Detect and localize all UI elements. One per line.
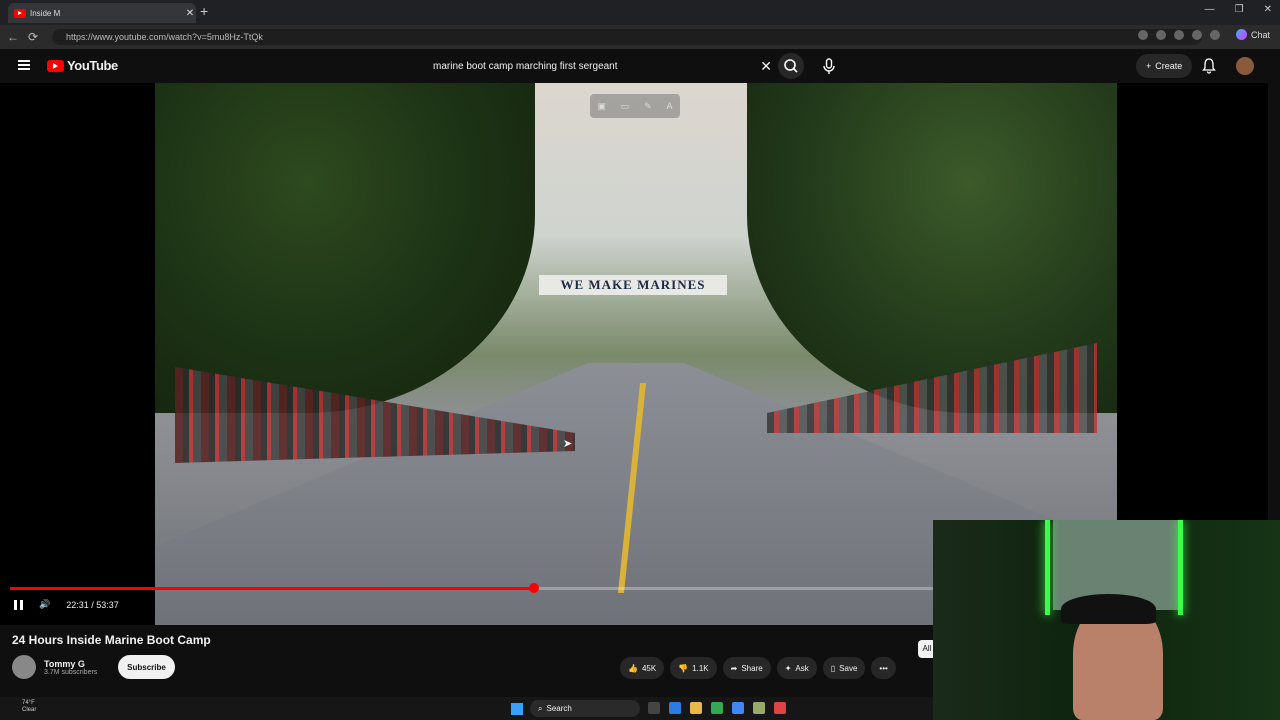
browser-tab-active[interactable]: Inside M ✕ bbox=[8, 3, 196, 23]
app-icon[interactable] bbox=[753, 702, 765, 714]
plus-icon: + bbox=[1146, 61, 1152, 71]
like-count: 45K bbox=[641, 663, 657, 673]
more-icon: ••• bbox=[879, 663, 888, 673]
save-button[interactable]: ▯ Save bbox=[822, 657, 866, 679]
back-icon[interactable]: ← bbox=[6, 30, 20, 44]
maximize-icon[interactable]: ❐ bbox=[1235, 4, 1244, 15]
subscriber-count: 3.7M subscribers bbox=[44, 668, 98, 676]
microphone-icon bbox=[823, 58, 835, 74]
create-label: Create bbox=[1155, 61, 1183, 71]
task-view-icon[interactable] bbox=[648, 702, 660, 714]
we-make-marines-banner: WE MAKE MARINES bbox=[539, 275, 727, 295]
sparkle-icon: ✦ bbox=[784, 663, 792, 673]
address-bar-row: ← ⟳ https://www.youtube.com/watch?v=5mu8… bbox=[0, 25, 1280, 49]
taskbar-search-label: Search bbox=[546, 704, 572, 713]
pause-icon[interactable] bbox=[14, 599, 23, 610]
search-query: marine boot camp marching first sergeant bbox=[433, 60, 618, 72]
channel-name[interactable]: Tommy G bbox=[44, 659, 97, 669]
youtube-logo-icon bbox=[47, 59, 64, 72]
edge-icon[interactable] bbox=[669, 702, 681, 714]
youtube-favicon-icon bbox=[14, 8, 26, 18]
translate-icon[interactable]: A bbox=[667, 101, 673, 111]
close-window-icon[interactable]: ✕ bbox=[1264, 4, 1272, 15]
video-overlay-toolbar: ▣ ▭ ✎ A bbox=[590, 94, 680, 118]
thumbs-down-icon: 👎 bbox=[678, 663, 689, 673]
file-explorer-icon[interactable] bbox=[690, 702, 702, 714]
extension-icon[interactable] bbox=[1192, 30, 1202, 40]
video-title: 24 Hours Inside Marine Boot Camp bbox=[12, 633, 211, 647]
player-controls: 🔊 22:31 / 53:37 bbox=[14, 599, 119, 610]
windows-start-icon[interactable] bbox=[511, 703, 523, 715]
subscribe-button[interactable]: Subscribe bbox=[118, 655, 175, 679]
taskbar-apps bbox=[648, 702, 786, 714]
refresh-icon[interactable]: ⟳ bbox=[26, 30, 40, 44]
share-button[interactable]: ➦ Share bbox=[722, 657, 771, 679]
tab-close-icon[interactable]: ✕ bbox=[184, 8, 196, 19]
browser-tab-bar: Inside M ✕ + — ❐ ✕ bbox=[0, 0, 1280, 25]
share-label: Share bbox=[741, 663, 763, 673]
volume-icon[interactable]: 🔊 bbox=[39, 599, 50, 610]
webcam-led-strip bbox=[1045, 520, 1050, 615]
channel-info: Tommy G 3.7M subscribers bbox=[12, 655, 97, 679]
minimize-icon[interactable]: — bbox=[1205, 4, 1215, 15]
user-avatar[interactable] bbox=[1236, 57, 1254, 75]
extension-icon[interactable] bbox=[1138, 30, 1148, 40]
url-field[interactable]: https://www.youtube.com/watch?v=5mu8Hz-T… bbox=[52, 29, 1202, 45]
palm-trees-left bbox=[155, 83, 535, 413]
chrome-icon[interactable] bbox=[711, 702, 723, 714]
app-icon[interactable] bbox=[732, 702, 744, 714]
more-actions-button[interactable]: ••• bbox=[871, 657, 896, 679]
progress-played bbox=[10, 587, 535, 590]
extension-icon[interactable] bbox=[1210, 30, 1220, 40]
save-label: Save bbox=[839, 663, 858, 673]
youtube-logo[interactable]: YouTube bbox=[47, 58, 118, 73]
webcam-overlay bbox=[933, 520, 1280, 720]
video-actions: 👍 45K 👎 1.1K ➦ Share ✦ Ask ▯ Save ••• bbox=[620, 657, 896, 679]
share-icon: ➦ bbox=[730, 663, 738, 673]
create-button[interactable]: + Create bbox=[1136, 54, 1193, 78]
search-icon: ⌕ bbox=[538, 703, 543, 713]
extension-icons bbox=[1138, 30, 1220, 40]
search-icon bbox=[784, 59, 798, 73]
thumbs-up-icon: 👍 bbox=[628, 663, 638, 673]
channel-avatar[interactable] bbox=[12, 655, 36, 679]
clear-search-icon[interactable]: ✕ bbox=[760, 58, 772, 75]
youtube-logo-text: YouTube bbox=[67, 58, 118, 73]
new-tab-button[interactable]: + bbox=[200, 3, 208, 19]
weather-desc: Clear bbox=[22, 707, 37, 713]
dislike-button[interactable]: 👎 1.1K bbox=[670, 657, 717, 679]
window-controls: — ❐ ✕ bbox=[1205, 4, 1272, 15]
edit-icon[interactable]: ✎ bbox=[644, 101, 652, 112]
search-button[interactable] bbox=[778, 53, 804, 79]
chat-label: Chat bbox=[1250, 29, 1270, 40]
like-button[interactable]: 👍 45K bbox=[620, 657, 665, 679]
windows-taskbar: 74°F Clear ⌕ Search bbox=[0, 697, 933, 720]
menu-icon[interactable] bbox=[18, 60, 30, 70]
taskbar-search[interactable]: ⌕ Search bbox=[530, 700, 640, 717]
notifications-bell-icon[interactable] bbox=[1202, 58, 1216, 74]
bookmark-icon: ▯ bbox=[830, 663, 836, 673]
extension-icon[interactable] bbox=[1156, 30, 1166, 40]
ask-label: Ask bbox=[795, 663, 809, 673]
extension-icon[interactable] bbox=[1174, 30, 1184, 40]
app-icon[interactable] bbox=[774, 702, 786, 714]
ask-button[interactable]: ✦ Ask bbox=[776, 657, 817, 679]
webcam-led-strip bbox=[1178, 520, 1183, 615]
youtube-header: YouTube marine boot camp marching first … bbox=[0, 49, 1280, 83]
mouse-cursor-icon: ➤ bbox=[563, 438, 573, 450]
weather-temp: 74°F bbox=[22, 700, 35, 706]
picture-in-picture-icon[interactable]: ▣ bbox=[597, 101, 606, 112]
tab-title: Inside M bbox=[30, 8, 61, 18]
voice-search-button[interactable] bbox=[816, 53, 842, 79]
chat-button[interactable]: Chat bbox=[1235, 29, 1270, 40]
search-input[interactable]: marine boot camp marching first sergeant… bbox=[422, 53, 778, 79]
copilot-icon bbox=[1235, 29, 1247, 40]
webcam-person-cap bbox=[1061, 594, 1156, 624]
time-display: 22:31 / 53:37 bbox=[66, 599, 119, 610]
dislike-count: 1.1K bbox=[692, 663, 709, 673]
screenshot-icon[interactable]: ▭ bbox=[621, 101, 630, 112]
weather-widget[interactable]: 74°F Clear bbox=[22, 700, 36, 714]
